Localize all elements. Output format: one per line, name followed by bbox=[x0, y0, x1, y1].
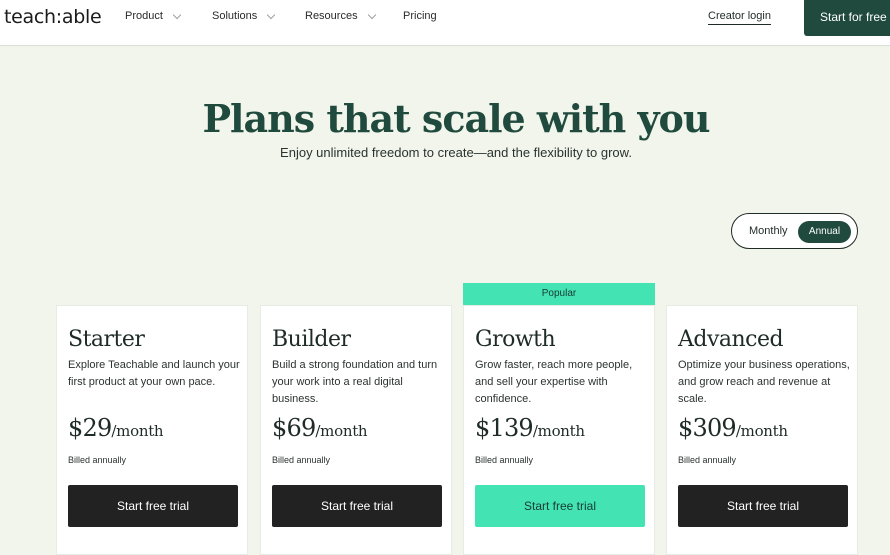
plan-card-growth: Growth Grow faster, reach more people, a… bbox=[463, 305, 655, 555]
toggle-option-annual[interactable]: Annual bbox=[798, 221, 851, 243]
price-period: /month bbox=[735, 422, 788, 440]
nav-item-label: Pricing bbox=[403, 10, 437, 22]
plan-card-starter: Starter Explore Teachable and launch you… bbox=[56, 305, 248, 555]
nav-item-pricing[interactable]: Pricing bbox=[403, 10, 437, 22]
start-free-trial-button[interactable]: Start free trial bbox=[475, 485, 645, 527]
chevron-down-icon bbox=[172, 10, 182, 19]
plan-name: Advanced bbox=[678, 327, 784, 352]
start-free-trial-button[interactable]: Start free trial bbox=[272, 485, 442, 527]
plan-price: $309/month bbox=[678, 414, 788, 442]
plan-description: Optimize your business operations, and g… bbox=[678, 359, 850, 405]
chevron-down-icon bbox=[367, 10, 376, 19]
nav-item-label: Product bbox=[125, 10, 163, 22]
toggle-option-monthly[interactable]: Monthly bbox=[749, 225, 788, 237]
price-amount: $29 bbox=[68, 414, 112, 442]
plan-name: Starter bbox=[68, 327, 145, 352]
creator-login-link[interactable]: Creator login bbox=[708, 10, 771, 25]
start-for-free-button[interactable]: Start for free bbox=[804, 0, 890, 36]
plan-name: Builder bbox=[272, 327, 351, 352]
price-amount: $69 bbox=[272, 414, 316, 442]
teachable-logo[interactable]: teach:able bbox=[4, 6, 102, 28]
start-free-trial-button[interactable]: Start free trial bbox=[68, 485, 238, 527]
page-title: Plans that scale with you bbox=[202, 96, 710, 141]
start-free-trial-button[interactable]: Start free trial bbox=[678, 485, 848, 527]
plan-description: Explore Teachable and launch your first … bbox=[68, 359, 240, 388]
price-period: /month bbox=[532, 422, 585, 440]
plan-description: Build a strong foundation and turn your … bbox=[272, 359, 438, 405]
nav-item-label: Resources bbox=[305, 10, 358, 22]
nav-item-solutions[interactable]: Solutions bbox=[212, 10, 276, 22]
plan-price: $69/month bbox=[272, 414, 368, 442]
chevron-down-icon bbox=[267, 10, 276, 19]
page-subtitle: Enjoy unlimited freedom to create—and th… bbox=[280, 145, 632, 160]
price-amount: $309 bbox=[678, 414, 737, 442]
billing-note: Billed annually bbox=[68, 455, 127, 465]
plan-name: Growth bbox=[475, 327, 556, 352]
billing-period-toggle[interactable]: Monthly Annual bbox=[731, 213, 858, 249]
plan-description: Grow faster, reach more people, and sell… bbox=[475, 359, 633, 405]
nav-item-product[interactable]: Product bbox=[125, 10, 182, 22]
price-amount: $139 bbox=[475, 414, 534, 442]
plan-price: $29/month bbox=[68, 414, 164, 442]
billing-note: Billed annually bbox=[475, 455, 534, 465]
price-period: /month bbox=[111, 422, 164, 440]
top-navigation-bar: teach:able Product Solutions Resources P… bbox=[0, 0, 890, 46]
price-period: /month bbox=[315, 422, 368, 440]
billing-note: Billed annually bbox=[272, 455, 331, 465]
nav-item-label: Solutions bbox=[212, 10, 258, 22]
plan-card-advanced: Advanced Optimize your business operatio… bbox=[666, 305, 858, 555]
billing-note: Billed annually bbox=[678, 455, 737, 465]
plan-card-builder: Builder Build a strong foundation and tu… bbox=[260, 305, 452, 555]
plan-price: $139/month bbox=[475, 414, 585, 442]
popular-badge: Popular bbox=[463, 283, 655, 305]
nav-item-resources[interactable]: Resources bbox=[305, 10, 376, 22]
